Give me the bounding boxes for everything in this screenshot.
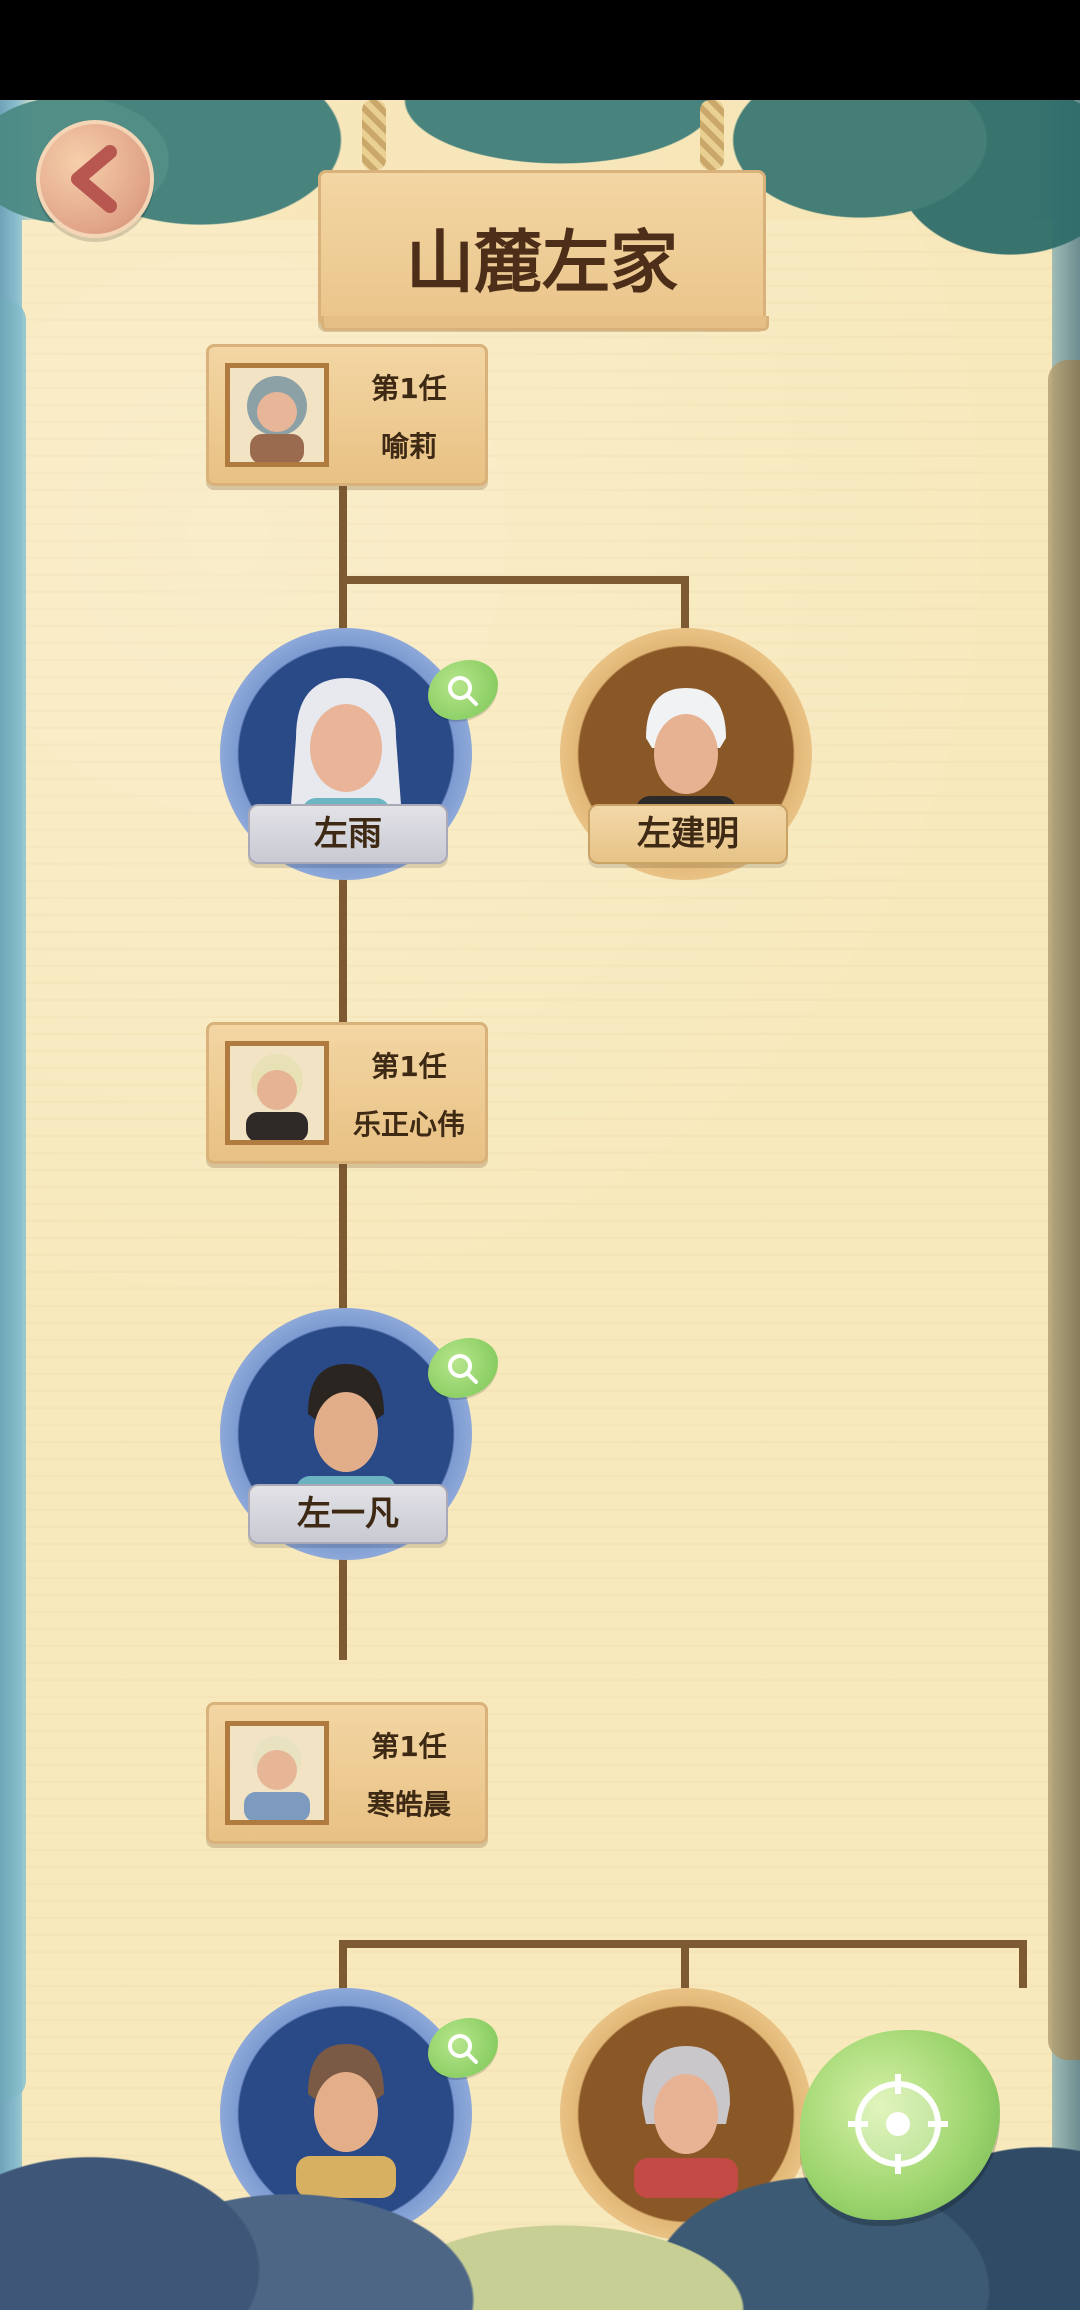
search-icon [448, 676, 478, 706]
rope-left [362, 100, 386, 170]
tree-line-branch-1 [339, 576, 689, 584]
member-name: 左建明 [588, 804, 788, 864]
spouse-card-1[interactable]: 第1任 喻莉 [206, 344, 488, 486]
chevron-left-icon [71, 145, 117, 213]
spouse-generation-label: 第1任 [371, 1730, 447, 1763]
spouse-portrait [225, 363, 329, 467]
family-tree-screen: 山麓左家 第1任 喻莉 左雨 左建明 第1任 乐正心伟 左一凡 第1任 寒皓晨 [0, 100, 1080, 2310]
left-vine-decoration [0, 300, 26, 2100]
spouse-card-2[interactable]: 第1任 乐正心伟 [206, 1022, 488, 1164]
tree-line-drop-1 [681, 576, 689, 632]
spouse-card-3[interactable]: 第1任 寒皓晨 [206, 1702, 488, 1844]
member-card-zuoyu[interactable]: 左雨 [220, 628, 472, 880]
avatar-blonde-man-icon [246, 1054, 308, 1140]
member-name: 左雨 [248, 804, 448, 864]
spouse-name: 喻莉 [380, 430, 437, 463]
plank-edge [321, 316, 769, 331]
back-button[interactable] [36, 120, 154, 238]
spouse-generation-label: 第1任 [371, 372, 447, 405]
right-vine-decoration [1048, 360, 1080, 2060]
member-name: 左一凡 [248, 1484, 448, 1544]
status-bar-area [0, 0, 1080, 100]
spouse-portrait [225, 1721, 329, 1825]
avatar-elder-woman-icon [247, 376, 307, 462]
member-card-zuojianming[interactable]: 左建明 [560, 628, 812, 880]
spouse-name: 寒皓晨 [366, 1788, 451, 1821]
spouse-name: 乐正心伟 [352, 1108, 465, 1141]
spouse-portrait [225, 1041, 329, 1145]
rope-right [700, 100, 724, 170]
target-icon [848, 2074, 948, 2174]
avatar-light-hair-man-icon [244, 1736, 310, 1820]
search-icon [448, 1354, 478, 1384]
title-plank: 山麓左家 [318, 170, 769, 331]
spouse-generation-label: 第1任 [371, 1050, 447, 1083]
member-card-zuoyifan[interactable]: 左一凡 [220, 1308, 472, 1560]
page-title: 山麓左家 [405, 224, 678, 303]
